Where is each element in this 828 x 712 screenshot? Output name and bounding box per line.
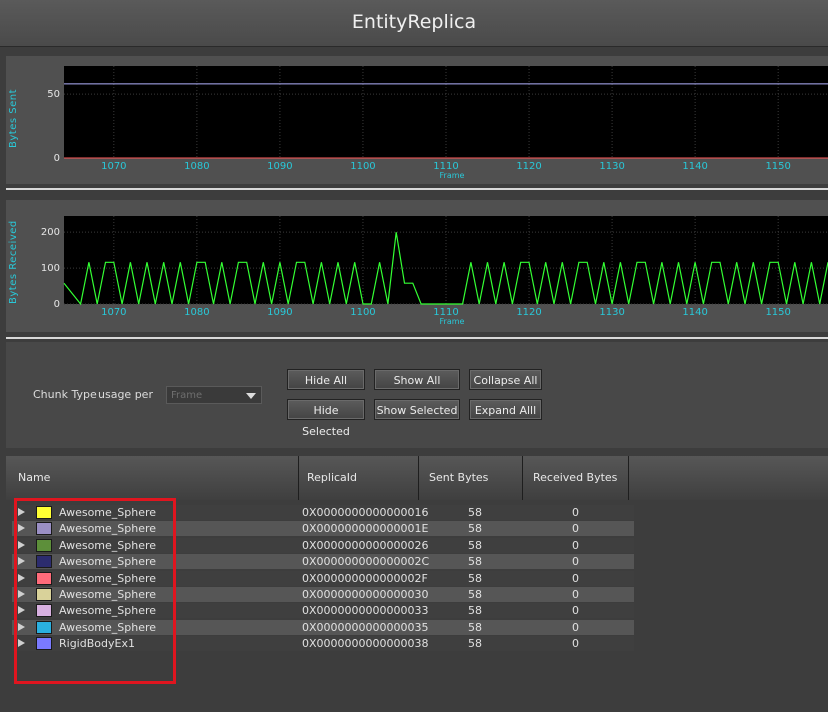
bytes-received-chart: 1070 1080 1090 1100 1110 1120 1130 1140 11500100… — [41, 216, 828, 326]
y-tick-label: 100 — [41, 263, 60, 274]
x-tick-label: 1150 — [765, 161, 790, 172]
title-bar: EntityReplica — [0, 0, 828, 47]
received-bytes: 0 — [572, 522, 579, 536]
chart-splitter-2[interactable] — [6, 337, 828, 339]
chevron-down-icon[interactable] — [246, 393, 256, 399]
replica-id: 0X0000000000000033 — [302, 604, 429, 618]
x-axis-label: Frame — [440, 171, 465, 180]
x-tick-label: 1100 — [350, 307, 375, 318]
x-tick-label: 1080 — [184, 307, 209, 318]
sent-bytes: 58 — [468, 620, 482, 634]
x-tick-label: 1080 — [184, 161, 209, 172]
show-all-button[interactable]: Show All — [374, 369, 460, 390]
received-bytes: 0 — [572, 637, 579, 651]
expand-all-button[interactable]: Expand Alll — [469, 399, 542, 420]
x-tick-label: 1090 — [267, 307, 292, 318]
x-tick-label: 1120 — [516, 161, 541, 172]
plot-area — [64, 216, 828, 304]
usage-per-value: Frame — [171, 390, 203, 401]
x-tick-label: 1100 — [350, 161, 375, 172]
replica-id: 0X0000000000000030 — [302, 588, 429, 601]
x-tick-label: 1070 — [101, 161, 126, 172]
sent-bytes: 58 — [468, 588, 482, 601]
x-tick-label: 1140 — [682, 307, 707, 318]
received-bytes: 0 — [572, 571, 579, 585]
column-header-received-bytes[interactable]: Received Bytes — [523, 456, 629, 500]
column-header-sent-bytes[interactable]: Sent Bytes — [419, 456, 523, 500]
window-title: EntityReplica — [351, 11, 477, 33]
collapse-all-button[interactable]: Collapse All — [469, 369, 542, 390]
highlight-box — [14, 498, 176, 684]
replica-id: 0X0000000000000035 — [302, 620, 429, 634]
sent-bytes: 58 — [468, 555, 482, 569]
x-tick-label: 1140 — [682, 161, 707, 172]
x-tick-label: 1090 — [267, 161, 292, 172]
bytes-sent-chart: 1070 1080 1090 1100 1110 1120 1130 1140 1150050F… — [47, 66, 828, 180]
replica-id: 0X0000000000000016 — [302, 506, 429, 519]
x-tick-label: 1070 — [101, 307, 126, 318]
usage-per-label: usage per — [98, 388, 153, 401]
received-bytes: 0 — [572, 506, 579, 519]
x-tick-label: 1150 — [765, 307, 790, 318]
show-selected-button[interactable]: Show Selected — [374, 399, 460, 420]
sent-bytes: 58 — [468, 538, 482, 552]
received-bytes: 0 — [572, 620, 579, 634]
column-header-name[interactable]: Name — [10, 456, 299, 500]
replica-id: 0X0000000000000038 — [302, 637, 429, 651]
sent-bytes: 58 — [468, 506, 482, 519]
x-tick-label: 1120 — [516, 307, 541, 318]
chunk-type-label: Chunk Type — [33, 388, 97, 401]
y-tick-label: 0 — [54, 299, 60, 310]
column-header-replica-id[interactable]: ReplicaId — [299, 456, 419, 500]
replica-id: 0X000000000000002C — [302, 555, 430, 569]
received-bytes: 0 — [572, 588, 579, 601]
y-tick-label: 50 — [47, 89, 60, 100]
controls-panel: Chunk Type usage per Frame Hide All Show… — [6, 342, 828, 448]
sent-bytes: 58 — [468, 522, 482, 536]
replica-id: 0X000000000000002F — [302, 571, 428, 585]
received-bytes: 0 — [572, 538, 579, 552]
x-axis-label: Frame — [440, 317, 465, 326]
sent-bytes: 58 — [468, 571, 482, 585]
x-tick-label: 1130 — [599, 161, 624, 172]
hide-selected-button[interactable]: Hide Selected — [287, 399, 365, 438]
replica-id: 0X0000000000000026 — [302, 538, 429, 552]
x-tick-label: 1130 — [599, 307, 624, 318]
received-bytes: 0 — [572, 555, 579, 569]
y-tick-label: 200 — [41, 227, 60, 238]
usage-per-dropdown[interactable]: Frame — [166, 386, 262, 404]
sent-bytes: 58 — [468, 637, 482, 651]
entity-replica-window: EntityReplica Bytes Sent 1070 1080 1090 110… — [0, 0, 828, 712]
y-tick-label: 0 — [54, 153, 60, 164]
table-header: Name ReplicaId Sent Bytes Received Bytes — [6, 456, 828, 500]
chart-splitter-1[interactable] — [6, 188, 828, 190]
received-bytes: 0 — [572, 604, 579, 618]
sent-bytes: 58 — [468, 604, 482, 618]
hide-all-button[interactable]: Hide All — [287, 369, 365, 390]
replica-id: 0X000000000000001E — [302, 522, 429, 536]
